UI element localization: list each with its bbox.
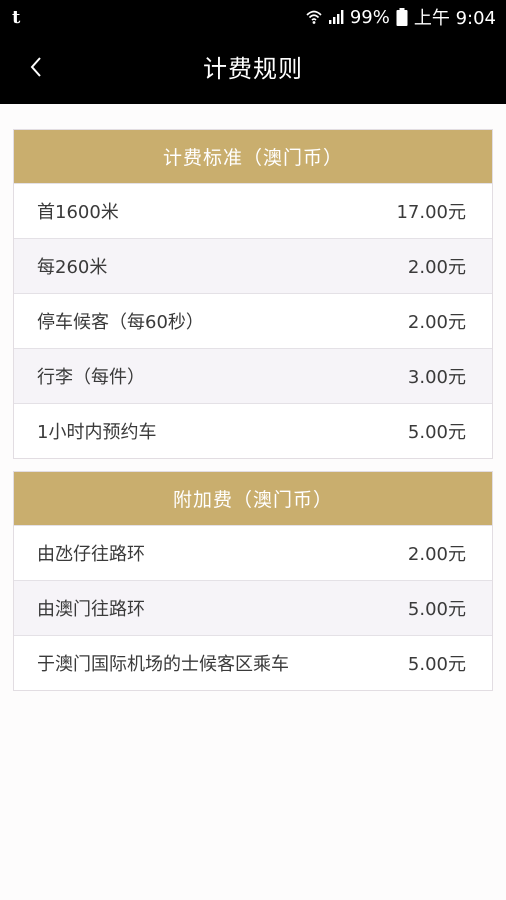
chevron-left-icon [28,55,44,83]
battery-percent: 99% [349,6,390,28]
fare-row: 停车候客（每60秒） 2.00元 [14,293,492,348]
surcharge-header: 附加费（澳门币） [14,472,492,525]
app-notification-icon: t [12,6,21,28]
fare-price: 5.00元 [407,422,466,443]
fare-price: 2.00元 [407,257,466,278]
fare-label: 行李（每件） [37,367,145,388]
back-button[interactable] [18,51,54,87]
fare-label: 停车候客（每60秒） [37,312,204,333]
surcharge-row: 由澳门往路环 5.00元 [14,580,492,635]
fare-label: 每260米 [37,257,108,278]
fare-label: 1小时内预约车 [37,422,157,443]
signal-icon [328,9,344,25]
fare-price: 17.00元 [396,202,466,223]
fare-row: 1小时内预约车 5.00元 [14,403,492,458]
status-bar: t 99% 上午 9:04 [0,0,506,34]
surcharge-row: 于澳门国际机场的士候客区乘车 5.00元 [14,635,492,690]
fare-row: 行李（每件） 3.00元 [14,348,492,403]
fare-row: 首1600米 17.00元 [14,183,492,238]
wifi-icon [306,9,322,25]
page-title: 计费规则 [203,55,303,83]
fare-standard-header: 计费标准（澳门币） [14,130,492,183]
fare-price: 3.00元 [407,367,466,388]
status-indicators: 99% 上午 9:04 [306,4,496,30]
surcharge-price: 2.00元 [407,544,466,565]
fare-price: 2.00元 [407,312,466,333]
nav-bar: 计费规则 [0,34,506,104]
surcharge-label: 于澳门国际机场的士候客区乘车 [37,654,289,675]
surcharge-row: 由氹仔往路环 2.00元 [14,525,492,580]
surcharge-price: 5.00元 [407,599,466,620]
fare-row: 每260米 2.00元 [14,238,492,293]
surcharge-label: 由氹仔往路环 [37,544,145,565]
battery-icon [396,8,408,26]
surcharge-card: 附加费（澳门币） 由氹仔往路环 2.00元 由澳门往路环 5.00元 于澳门国际… [13,471,493,691]
fare-label: 首1600米 [37,202,119,223]
surcharge-label: 由澳门往路环 [37,599,145,620]
surcharge-price: 5.00元 [407,654,466,675]
clock: 上午 9:04 [413,8,496,29]
fare-standard-card: 计费标准（澳门币） 首1600米 17.00元 每260米 2.00元 停车候客… [13,129,493,459]
